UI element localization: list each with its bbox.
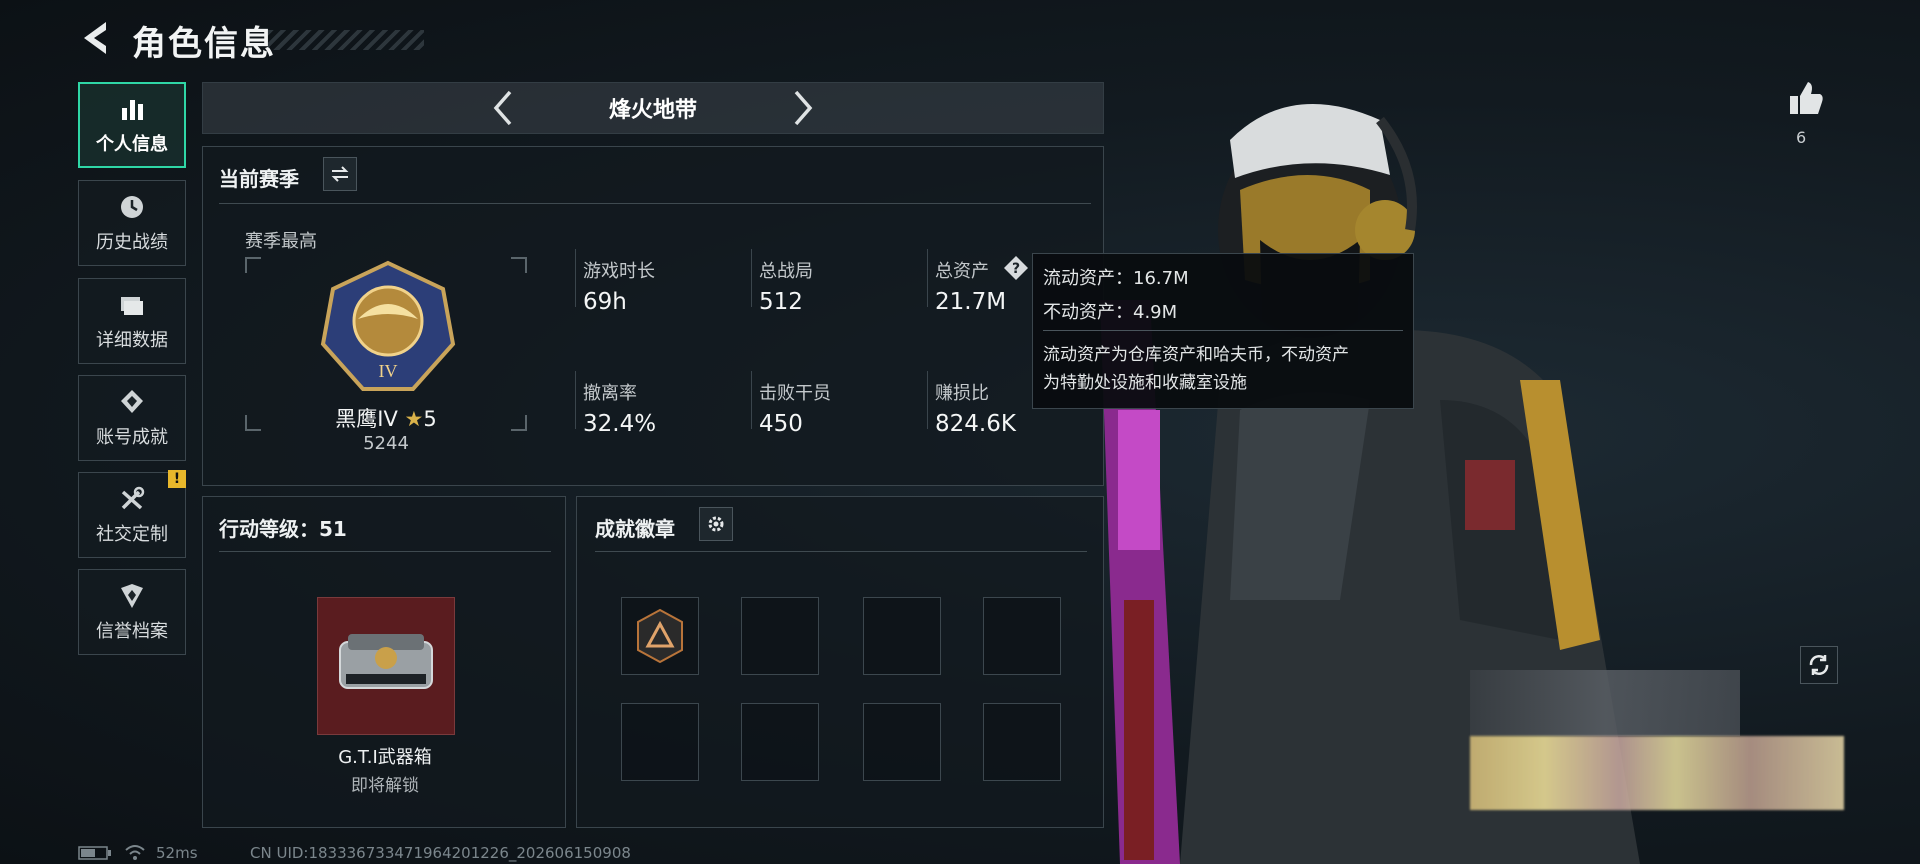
shield-icon [121, 584, 143, 608]
blurred-area [1470, 670, 1740, 736]
stat-value: 69h [583, 289, 627, 315]
stat-label: 撤离率 [583, 383, 637, 404]
season-name: 烽火地带 [608, 98, 697, 123]
nav-item-reputation[interactable]: 信誉档案 [78, 569, 186, 655]
action-level-panel: 行动等级：51 G.T.I武器箱 即将解锁 [202, 496, 566, 828]
rank-name: 黑鹰IV [335, 407, 398, 431]
panel-title: 当前赛季 [219, 167, 299, 191]
stat-label: 赚损比 [935, 383, 989, 404]
rank-line: 黑鹰IV ★5 [245, 403, 527, 433]
stat-label: 击败干员 [759, 383, 831, 404]
rank-score: 5244 [363, 433, 409, 454]
nav-item-detailed-data[interactable]: 详细数据 [78, 278, 186, 364]
reward-item[interactable] [317, 597, 455, 735]
stat-label: 游戏时长 [583, 261, 655, 282]
nav-item-history[interactable]: 历史战绩 [78, 180, 186, 266]
nav-label: 详细数据 [96, 330, 168, 351]
help-icon[interactable]: ? [1003, 255, 1029, 281]
stat-value: 450 [759, 411, 803, 437]
assets-tooltip: 流动资产：16.7M 不动资产：4.9M 流动资产为仓库资产和哈夫币，不动资产 … [1032, 253, 1414, 409]
swap-button[interactable] [323, 157, 357, 191]
current-season-panel: 当前赛季 赛季最高 IV 黑鹰IV ★5 5244 游戏时长 69h 总战局 5… [202, 146, 1104, 486]
rank-stars: 5 [423, 407, 437, 431]
reward-name: G.T.I武器箱 [338, 747, 432, 768]
badge-slot[interactable] [741, 703, 819, 781]
gear-icon [708, 516, 724, 532]
nav-label: 账号成就 [96, 427, 168, 448]
tooltip-liquid-assets: 流动资产：16.7M [1043, 268, 1189, 289]
achievement-badges-panel: 成就徽章 [576, 496, 1104, 828]
tooltip-fixed-assets: 不动资产：4.9M [1043, 302, 1178, 323]
swap-icon [331, 166, 349, 182]
back-arrow-icon[interactable] [78, 18, 118, 58]
tooltip-description: 为特勤处设施和收藏室设施 [1043, 373, 1247, 393]
badge-slot[interactable] [863, 597, 941, 675]
stat-value: 512 [759, 289, 803, 315]
svg-text:IV: IV [379, 361, 398, 381]
achievement-icon [121, 390, 143, 413]
nav-item-achievements[interactable]: 账号成就 [78, 375, 186, 461]
uid-text: CN UID:18333673347196420122​6_2026061509… [250, 844, 631, 862]
battery-icon [78, 846, 111, 860]
chevron-left-icon[interactable] [490, 88, 516, 128]
refresh-icon [1809, 655, 1829, 675]
panel-title: 成就徽章 [595, 517, 675, 541]
like-count: 6 [1796, 128, 1807, 147]
badge-slot[interactable] [741, 597, 819, 675]
settings-button[interactable] [699, 507, 733, 541]
star-icon: ★ [404, 407, 424, 431]
badge-slot[interactable] [621, 703, 699, 781]
season-best-label: 赛季最高 [245, 231, 317, 252]
stat-label: 总资产 [935, 261, 989, 282]
triangle-badge-icon [637, 608, 683, 664]
badge-slot[interactable] [863, 703, 941, 781]
stat-value: 32.4% [583, 411, 657, 437]
badge-slot[interactable] [621, 597, 699, 675]
page-title: 角色信息 [132, 24, 276, 64]
title-decoration [268, 30, 424, 50]
chevron-right-icon[interactable] [790, 88, 816, 128]
thumbs-up-icon[interactable] [1786, 78, 1826, 118]
stat-value: 21.7M [935, 289, 1007, 315]
rank-emblem-icon: IV [320, 260, 456, 391]
stat-value: 824.6K [935, 411, 1016, 437]
nav-label: 历史战绩 [96, 232, 168, 253]
panel-title: 行动等级：51 [219, 517, 347, 541]
blurred-area [1470, 736, 1844, 810]
nav-label: 个人信息 [96, 134, 168, 155]
tools-icon [121, 486, 145, 510]
clock-icon [121, 196, 143, 218]
nav-label: 信誉档案 [96, 621, 168, 642]
folder-icon [121, 297, 143, 315]
weapon-case-icon [339, 634, 433, 689]
svg-text:?: ? [1012, 261, 1020, 277]
alert-badge: ! [168, 470, 186, 488]
wifi-icon [125, 845, 145, 860]
ping-value: 52ms [156, 844, 198, 862]
rotate-button[interactable] [1800, 646, 1838, 684]
stat-label: 总战局 [759, 261, 813, 282]
reward-status: 即将解锁 [351, 776, 419, 796]
bar-chart-icon [122, 100, 143, 120]
nav-item-personal-info[interactable]: 个人信息 [78, 82, 186, 168]
nav-label: 社交定制 [96, 524, 168, 545]
tooltip-description: 流动资产为仓库资产和哈夫币，不动资产 [1043, 345, 1349, 365]
